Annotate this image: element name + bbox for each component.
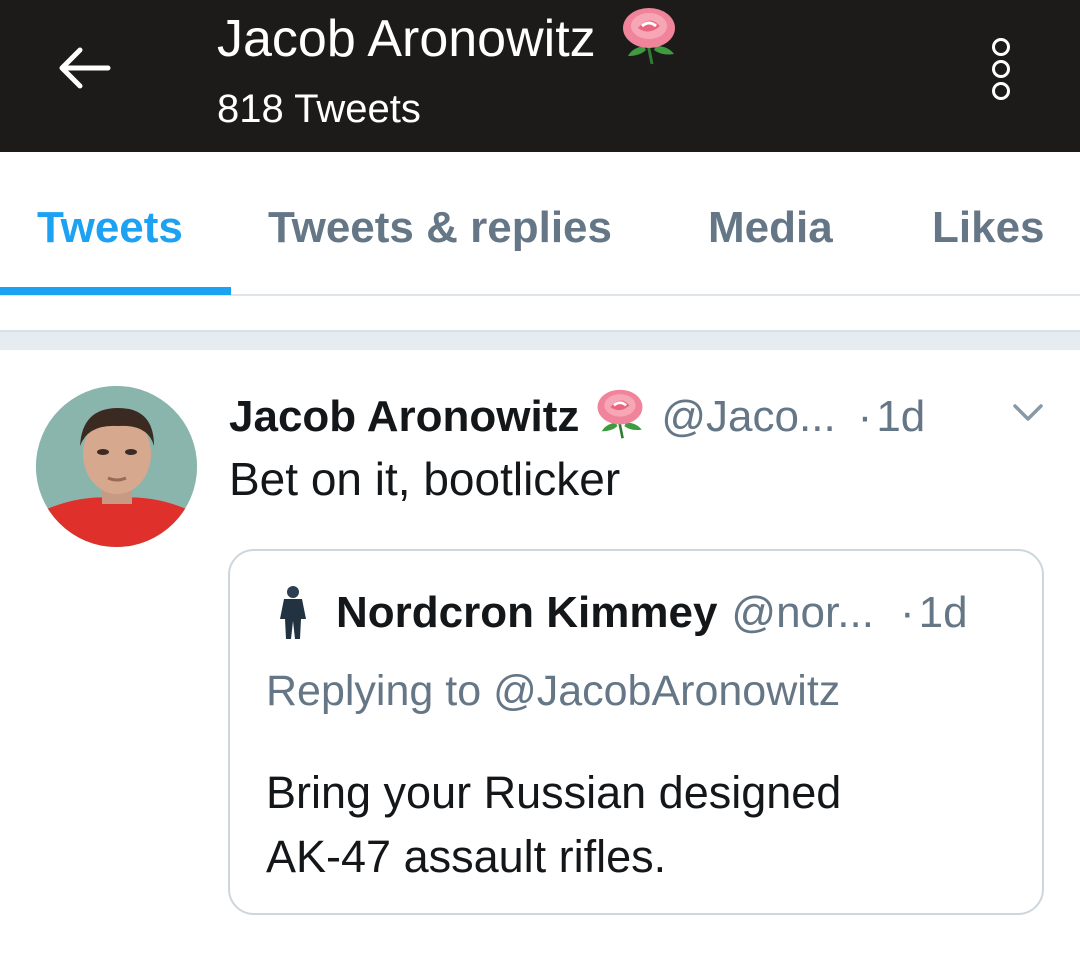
separator-dot: · xyxy=(899,588,915,637)
rose-icon xyxy=(593,388,647,445)
tab-tweets-replies[interactable]: Tweets & replies xyxy=(268,200,612,256)
quoted-text-line-2: AK-47 assault rifles. xyxy=(266,831,667,882)
author-handle[interactable]: @Jaco... xyxy=(661,392,835,442)
profile-header: Jacob Aronowitz 818 Tweets xyxy=(0,0,1080,152)
quoted-text-line-1: Bring your Russian designed xyxy=(266,767,842,818)
header-title-block: Jacob Aronowitz 818 Tweets xyxy=(217,6,680,135)
quoted-author-name: Nordcron Kimmey xyxy=(336,588,718,637)
active-tab-indicator xyxy=(0,287,231,295)
rose-icon xyxy=(618,6,680,71)
more-options-button[interactable] xyxy=(976,34,1026,104)
tab-likes[interactable]: Likes xyxy=(932,200,1045,256)
replying-to-prefix: Replying to xyxy=(266,667,494,715)
tweet[interactable]: Jacob Aronowitz @Jaco... · 1d Bet on it,… xyxy=(0,350,1080,960)
author-name[interactable]: Jacob Aronowitz xyxy=(229,392,579,442)
quoted-timestamp: 1d xyxy=(918,588,968,637)
chevron-down-icon[interactable] xyxy=(1012,402,1044,429)
quoted-tweet[interactable]: Nordcron Kimmey @nor... · 1d Replying to… xyxy=(228,549,1044,915)
quoted-author-handle: @nor... xyxy=(731,588,874,637)
tweet-count: 818 Tweets xyxy=(217,87,421,131)
tweet-text: Bet on it, bootlicker xyxy=(229,453,621,505)
avatar[interactable] xyxy=(36,386,197,547)
replying-to: Replying to @JacobAronowitz xyxy=(266,667,840,716)
separator-dot: · xyxy=(857,391,873,441)
vertical-ellipsis-icon xyxy=(992,38,1010,56)
tab-media[interactable]: Media xyxy=(708,200,833,256)
section-divider xyxy=(0,330,1080,350)
ellipsis-dot xyxy=(992,60,1010,78)
tab-tweets[interactable]: Tweets xyxy=(37,200,183,256)
arrow-left-icon xyxy=(59,47,111,89)
back-button[interactable] xyxy=(48,38,120,98)
replying-to-mention[interactable]: @JacobAronowitz xyxy=(493,667,840,715)
quoted-avatar xyxy=(276,585,310,641)
tweet-header: Jacob Aronowitz @Jaco... · 1d xyxy=(229,388,1069,445)
quoted-tweet-text: Bring your Russian designed AK-47 assaul… xyxy=(266,761,1006,889)
page-title: Jacob Aronowitz xyxy=(217,9,596,68)
quoted-tweet-header: Nordcron Kimmey @nor... · 1d xyxy=(276,585,968,641)
ellipsis-dot xyxy=(992,82,1010,100)
profile-tabs: Tweets Tweets & replies Media Likes xyxy=(0,152,1080,296)
tweet-timestamp[interactable]: 1d xyxy=(876,392,925,442)
